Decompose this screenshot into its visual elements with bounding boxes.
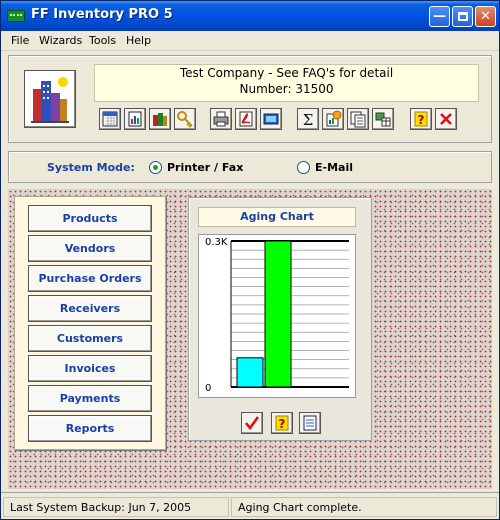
key-button[interactable] [174, 108, 196, 130]
exit-icon [440, 113, 452, 125]
copy-button[interactable] [347, 108, 369, 130]
display-icon [263, 113, 279, 125]
nav-panel: Products Vendors Purchase Orders Receive… [14, 196, 166, 450]
aging-chart: 0.3K 0 [205, 237, 349, 394]
header-panel: Test Company - See FAQ's for detail Numb… [8, 55, 492, 143]
help-button[interactable]: ? [410, 108, 432, 130]
backup-status: Last System Backup: Jun 7, 2005 [3, 497, 229, 517]
report-button[interactable] [124, 108, 146, 130]
chart-report-button[interactable] [299, 412, 321, 434]
bar [236, 357, 264, 388]
chart-help-button[interactable]: ? [271, 412, 293, 434]
aging-chart-plot: 0.3K 0 [198, 234, 356, 398]
calendar-icon [102, 111, 118, 127]
help-icon: ? [275, 415, 289, 431]
calendar-button[interactable] [99, 108, 121, 130]
customers-button[interactable]: Customers [28, 325, 152, 352]
company-info-box: Test Company - See FAQ's for detail Numb… [94, 64, 479, 102]
key-icon [177, 111, 193, 128]
window-title: FF Inventory PRO 5 [31, 7, 173, 22]
menu-tools[interactable]: Tools [89, 34, 116, 47]
title-bar[interactable]: FF Inventory PRO 5 — ✕ [1, 1, 499, 31]
check-icon [244, 416, 260, 431]
app-icon [7, 10, 25, 22]
receivers-button[interactable]: Receivers [28, 295, 152, 322]
reports-button[interactable]: Reports [28, 415, 152, 442]
y-tick-label: 0 [205, 383, 211, 394]
email-label[interactable]: E-Mail [315, 161, 353, 174]
company-number-line: Number: 31500 [239, 82, 334, 96]
chart-check-button[interactable] [241, 412, 263, 434]
status-message: Aging Chart complete. [231, 497, 497, 517]
app-window: FF Inventory PRO 5 — ✕ File Wizards Tool… [0, 0, 500, 520]
menu-wizards[interactable]: Wizards [39, 34, 82, 47]
printer-icon [213, 111, 229, 127]
close-icon: ✕ [480, 9, 491, 24]
chart-doc-icon [326, 110, 342, 127]
books-icon [153, 113, 167, 126]
company-logo-button[interactable] [24, 70, 76, 128]
document-icon [303, 415, 317, 431]
display-button[interactable] [260, 108, 282, 130]
bar [264, 240, 292, 388]
status-bar: Last System Backup: Jun 7, 2005 Aging Ch… [1, 492, 499, 519]
y-tick-label: 0.3K [205, 237, 228, 248]
main-area: Products Vendors Purchase Orders Receive… [8, 189, 492, 489]
chart-doc-button[interactable] [322, 108, 344, 130]
print-button[interactable] [210, 108, 232, 130]
system-mode-label: System Mode: [47, 161, 135, 174]
menu-bar: File Wizards Tools Help [1, 31, 499, 51]
menu-file[interactable]: File [11, 34, 29, 47]
payments-button[interactable]: Payments [28, 385, 152, 412]
minimize-icon: — [433, 9, 446, 24]
copy-icon [350, 111, 366, 128]
printer-fax-radio[interactable] [149, 161, 162, 174]
system-mode-panel: System Mode: Printer / Fax E-Mail [8, 151, 492, 183]
help-icon: ? [414, 111, 428, 127]
maximize-button[interactable] [452, 6, 473, 27]
aging-chart-title: Aging Chart [198, 207, 356, 227]
sum-button[interactable]: Σ [297, 108, 319, 130]
sigma-icon: Σ [303, 111, 314, 129]
report-icon [128, 111, 142, 127]
invoices-button[interactable]: Invoices [28, 355, 152, 382]
minimize-button[interactable]: — [429, 6, 450, 27]
svg-text:Σ: Σ [303, 111, 314, 129]
close-button[interactable]: ✕ [475, 6, 496, 27]
exit-button[interactable] [435, 108, 457, 130]
menu-help[interactable]: Help [126, 34, 151, 47]
maximize-icon [457, 12, 468, 21]
vendors-button[interactable]: Vendors [28, 235, 152, 262]
svg-text:?: ? [279, 417, 286, 431]
grid-icon [375, 112, 391, 127]
grid-button[interactable] [372, 108, 394, 130]
email-radio[interactable] [297, 161, 310, 174]
books-button[interactable] [149, 108, 171, 130]
pdf-button[interactable] [235, 108, 257, 130]
svg-text:?: ? [418, 113, 425, 127]
products-button[interactable]: Products [28, 205, 152, 232]
purchase-orders-button[interactable]: Purchase Orders [28, 265, 152, 292]
buildings-icon [31, 77, 69, 123]
aging-chart-panel: Aging Chart 0.3K 0 ? [188, 197, 372, 441]
printer-fax-label[interactable]: Printer / Fax [167, 161, 243, 174]
company-name-line: Test Company - See FAQ's for detail [179, 66, 394, 80]
pdf-icon [239, 111, 253, 127]
